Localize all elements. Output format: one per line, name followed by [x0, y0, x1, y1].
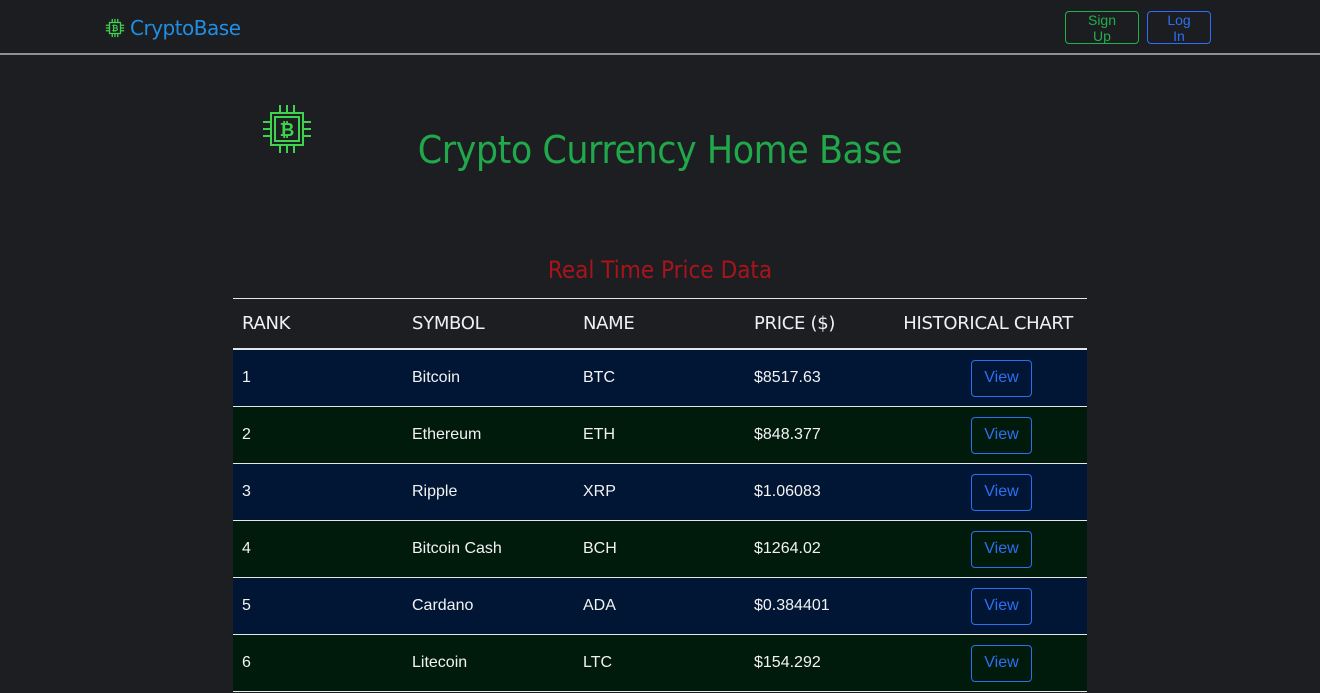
header-symbol: SYMBOL [403, 298, 574, 350]
symbol-cell: Bitcoin Cash [403, 520, 574, 578]
rank-cell: 1 [233, 349, 403, 407]
rank-cell: 5 [233, 577, 403, 635]
table-row: 6 Litecoin LTC $154.292 View [233, 634, 1087, 692]
table-row: 4 Bitcoin Cash BCH $1264.02 View [233, 520, 1087, 578]
top-navbar: ₿ CryptoBase Sign Up Log In [0, 0, 1320, 55]
chart-cell: View [883, 406, 1087, 464]
price-cell: $1.06083 [745, 463, 883, 521]
price-cell: $0.384401 [745, 577, 883, 635]
chart-cell: View [883, 463, 1087, 521]
name-cell: XRP [574, 463, 745, 521]
brand-name: CryptoBase [130, 16, 241, 40]
view-chart-button[interactable]: View [971, 530, 1032, 568]
rank-cell: 4 [233, 520, 403, 578]
brand-link[interactable]: ₿ CryptoBase [104, 15, 241, 41]
sign-up-button[interactable]: Sign Up [1065, 11, 1139, 44]
table-row: 5 Cardano ADA $0.384401 View [233, 577, 1087, 635]
view-chart-button[interactable]: View [971, 587, 1032, 625]
table-row: 1 Bitcoin BTC $8517.63 View [233, 349, 1087, 407]
page-title: Crypto Currency Home Base [417, 128, 903, 172]
rank-cell: 6 [233, 634, 403, 692]
table-row: 2 Ethereum ETH $848.377 View [233, 406, 1087, 464]
section-title: Real Time Price Data [547, 256, 773, 284]
rank-cell: 2 [233, 406, 403, 464]
chart-cell: View [883, 634, 1087, 692]
name-cell: BCH [574, 520, 745, 578]
chart-cell: View [883, 349, 1087, 407]
symbol-cell: Ripple [403, 463, 574, 521]
view-chart-button[interactable]: View [971, 644, 1032, 682]
symbol-cell: Cardano [403, 577, 574, 635]
name-cell: BTC [574, 349, 745, 407]
name-cell: LTC [574, 634, 745, 692]
price-cell: $154.292 [745, 634, 883, 692]
price-cell: $8517.63 [745, 349, 883, 407]
header-name: NAME [574, 298, 745, 350]
table-row: 3 Ripple XRP $1.06083 View [233, 463, 1087, 521]
symbol-cell: Ethereum [403, 406, 574, 464]
header-price: PRICE ($) [745, 298, 883, 350]
price-cell: $1264.02 [745, 520, 883, 578]
view-chart-button[interactable]: View [971, 473, 1032, 511]
table-header-row: RANK SYMBOL NAME PRICE ($) HISTORICAL CH… [233, 298, 1087, 350]
header-historical-chart: HISTORICAL CHART [883, 298, 1087, 350]
view-chart-button[interactable]: View [971, 359, 1032, 397]
header-rank: RANK [233, 298, 403, 350]
symbol-cell: Bitcoin [403, 349, 574, 407]
chart-cell: View [883, 577, 1087, 635]
view-chart-button[interactable]: View [971, 416, 1032, 454]
price-cell: $848.377 [745, 406, 883, 464]
bitcoin-chip-icon: ₿ [105, 18, 125, 38]
chart-cell: View [883, 520, 1087, 578]
symbol-cell: Litecoin [403, 634, 574, 692]
log-in-button[interactable]: Log In [1147, 11, 1211, 44]
name-cell: ADA [574, 577, 745, 635]
svg-text:₿: ₿ [112, 23, 119, 33]
price-table: RANK SYMBOL NAME PRICE ($) HISTORICAL CH… [233, 298, 1087, 692]
rank-cell: 3 [233, 463, 403, 521]
name-cell: ETH [574, 406, 745, 464]
